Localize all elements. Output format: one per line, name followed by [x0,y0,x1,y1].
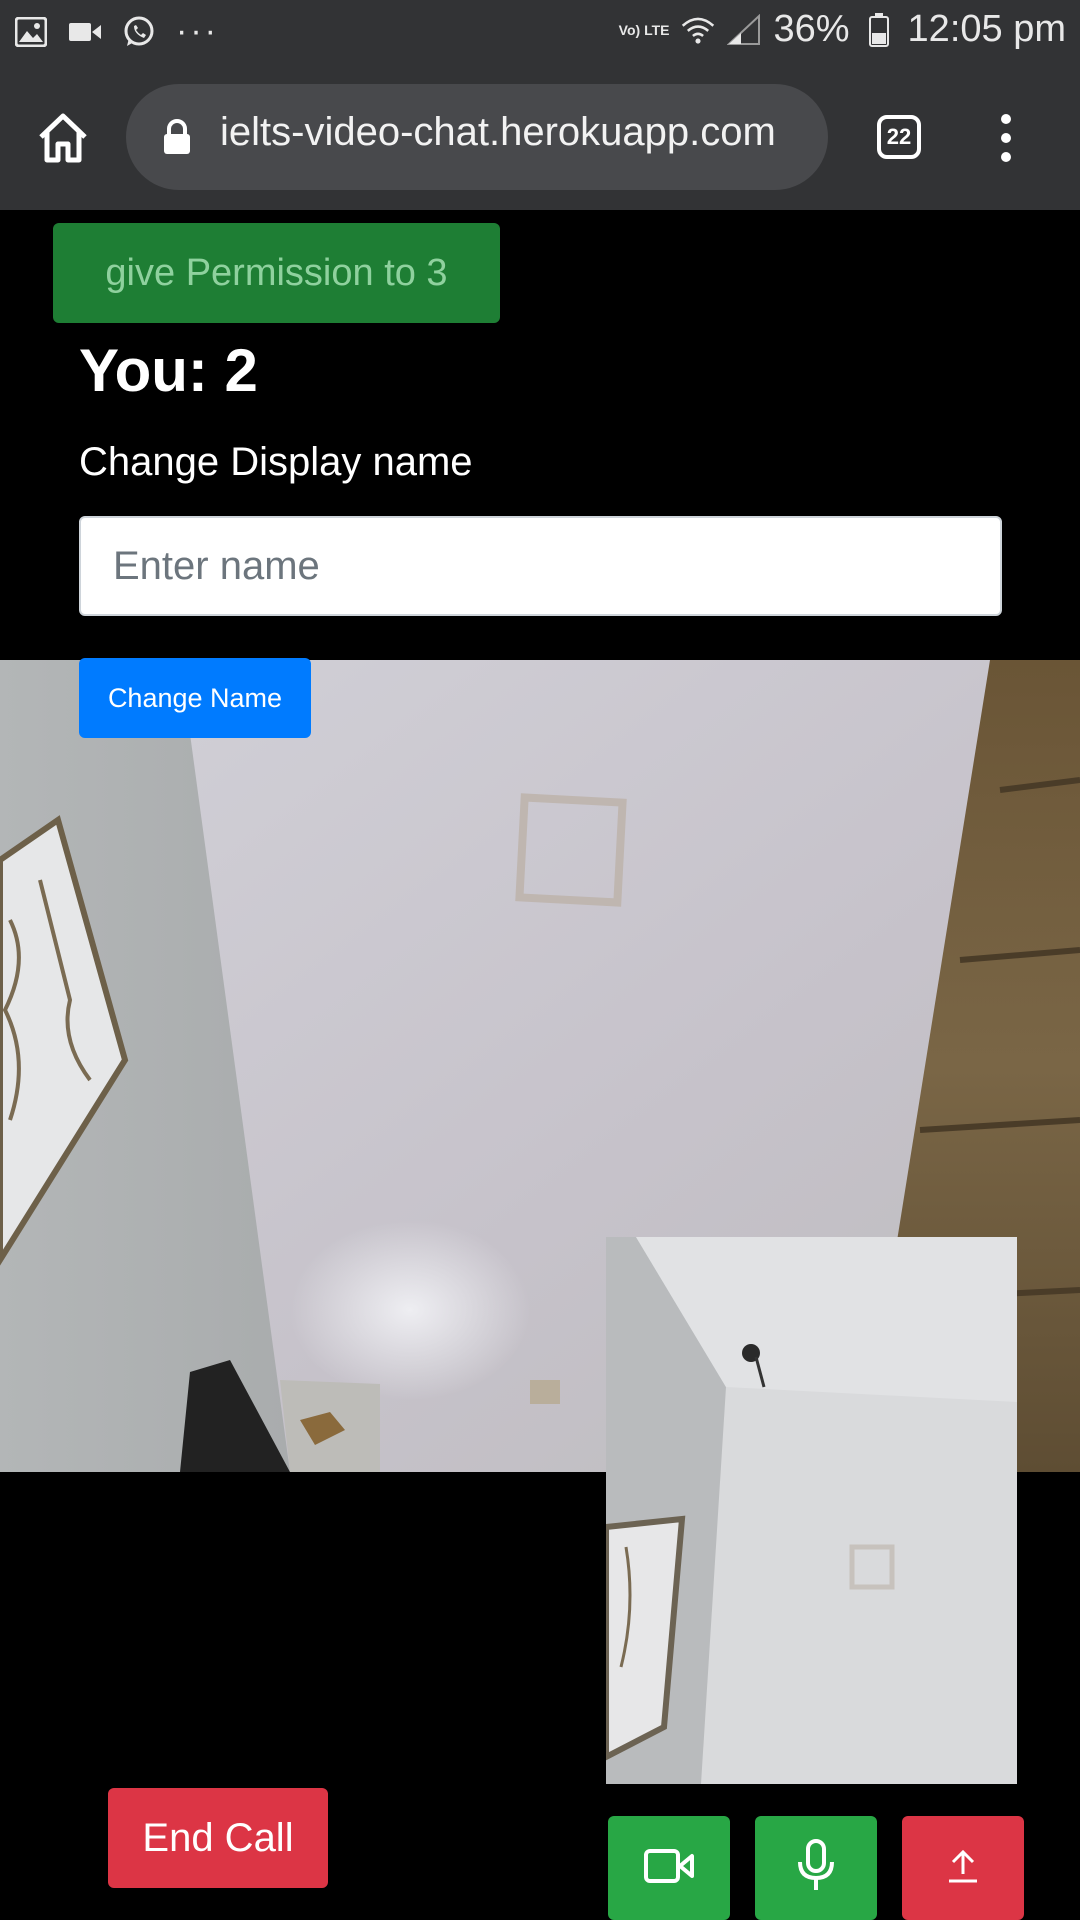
home-icon[interactable] [36,111,90,165]
browser-toolbar: ielts-video-chat.herokuapp.com 22 [0,64,1080,210]
battery-icon [862,12,896,47]
menu-dots-icon[interactable] [992,113,1020,163]
gallery-icon [14,15,48,49]
status-bar: ··· Vo) LTE 36% 12:05 pm [0,0,1080,64]
battery-percent: 36% [773,8,850,50]
video-camera-icon [68,15,102,49]
local-video-scene [606,1237,1017,1784]
microphone-icon [796,1838,836,1899]
volte-label: Vo) LTE [618,21,670,38]
change-name-button[interactable]: Change Name [79,658,311,738]
share-screen-button[interactable] [902,1816,1024,1920]
url-text: ielts-video-chat.herokuapp.com [220,110,776,154]
address-bar[interactable]: ielts-video-chat.herokuapp.com [126,84,828,190]
local-video [606,1237,1017,1784]
upload-arrow-icon [945,1848,981,1889]
tab-switcher-button[interactable]: 22 [877,115,921,159]
lock-icon [162,118,192,156]
end-call-button[interactable]: End Call [108,1788,328,1888]
name-input[interactable] [79,516,1002,616]
more-dots-icon: ··· [176,12,219,50]
status-notification-icons: ··· [14,12,219,51]
give-permission-button[interactable]: give Permission to 3 [53,223,500,323]
whatsapp-icon [122,15,156,49]
wifi-icon [681,13,715,47]
signal-icon [727,13,761,47]
video-camera-icon [643,1846,695,1891]
change-display-name-label: Change Display name [79,440,473,484]
toggle-video-button[interactable] [608,1816,730,1920]
clock-time: 12:05 pm [907,8,1066,50]
status-system-icons: Vo) LTE 36% 12:05 pm [619,8,1066,51]
you-label: You: 2 [79,337,258,404]
toggle-mic-button[interactable] [755,1816,877,1920]
